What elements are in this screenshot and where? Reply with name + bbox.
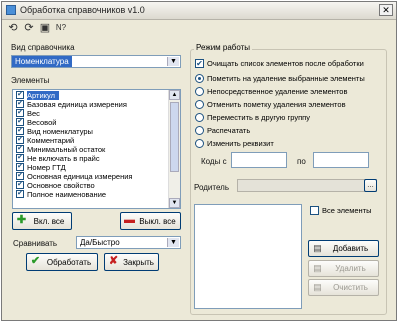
mode-radio-print[interactable] <box>195 126 204 135</box>
catalog-type-value: Номенклатура <box>12 56 72 67</box>
delete-icon: ▤ <box>313 263 322 273</box>
mode-radio-delete[interactable] <box>195 87 204 96</box>
parent-label: Родитель <box>194 183 229 192</box>
list-item[interactable]: ✔ Минимальный остаток <box>14 145 169 154</box>
checkbox[interactable]: ✔ <box>16 118 24 126</box>
list-item[interactable]: ✔ Не включать в прайс <box>14 154 169 163</box>
all-elements-checkbox[interactable] <box>310 206 319 215</box>
catalog-type-label: Вид справочника <box>11 43 75 52</box>
scroll-thumb[interactable] <box>170 102 179 172</box>
clear-icon: ▤ <box>313 282 322 292</box>
minus-icon: ▬ <box>124 214 135 226</box>
checkbox[interactable]: ✔ <box>16 145 24 153</box>
checkbox[interactable]: ✔ <box>16 181 24 189</box>
list-item[interactable]: ✔ Весовой <box>14 118 169 127</box>
plus-icon: ✚ <box>16 214 27 226</box>
code-from-label: Коды с <box>201 157 227 166</box>
list-item[interactable]: ✔ Номер ГТД <box>14 163 169 172</box>
code-to-input[interactable] <box>313 152 369 168</box>
main-window: Обработка справочников v1.0 ✕ ⟲ ⟳ ▣ N? В… <box>1 1 397 321</box>
disable-all-button[interactable]: ▬ Выкл. все <box>120 212 181 230</box>
clear-list-checkbox[interactable]: ✔ <box>195 59 204 68</box>
enable-all-button[interactable]: ✚ Вкл. все <box>12 212 72 230</box>
app-icon <box>6 5 16 15</box>
selected-elements-list[interactable] <box>194 204 302 309</box>
add-list-icon: ▤ <box>313 243 322 253</box>
checkbox[interactable]: ✔ <box>16 100 24 108</box>
checkbox[interactable]: ✔ <box>16 154 24 162</box>
list-item[interactable]: ✔ Основное свойство <box>14 181 169 190</box>
checkmark-icon: ✔ <box>30 255 41 267</box>
checkbox[interactable]: ✔ <box>16 172 24 180</box>
close-button[interactable]: ✘ Закрыть <box>104 253 159 271</box>
mode-label-move: Переместить в другую группу <box>207 113 310 122</box>
elements-label: Элементы <box>11 76 50 85</box>
refresh-icon[interactable]: ⟲ <box>6 21 20 35</box>
mode-radio-unmark[interactable] <box>195 100 204 109</box>
mode-label-delete: Непосредственное удаление элементов <box>207 87 348 96</box>
list-item[interactable]: ✔ Вид номенклатуры <box>14 127 169 136</box>
clear-button[interactable]: ▤ Очистить <box>308 279 379 296</box>
list-item[interactable]: ✔ Артикул <box>14 91 169 100</box>
chevron-down-icon[interactable]: ▼ <box>167 238 179 247</box>
list-item[interactable]: ✔ Вес <box>14 109 169 118</box>
parent-select-button[interactable]: … <box>364 179 377 192</box>
code-from-input[interactable] <box>231 152 287 168</box>
process-button[interactable]: ✔ Обработать <box>26 253 98 271</box>
help-icon[interactable]: N? <box>54 21 68 35</box>
add-button[interactable]: ▤ Добавить <box>308 240 379 257</box>
chevron-down-icon[interactable]: ▼ <box>167 57 179 66</box>
clear-list-label: Очищать список элементов после обработки <box>207 59 364 68</box>
compare-label: Сравнивать <box>13 239 58 248</box>
window-title: Обработка справочников v1.0 <box>20 5 145 15</box>
all-elements-label: Все элементы <box>322 206 372 215</box>
mode-label-mark: Пометить на удаление выбранные элементы <box>207 74 365 83</box>
close-icon: ✘ <box>108 255 119 267</box>
elements-list[interactable]: ✔ Артикул ✔ Базовая единица измерения ✔ Вес… <box>12 89 181 209</box>
compare-value: Да/Быстро <box>80 238 120 247</box>
code-to-label: по <box>297 157 306 166</box>
compare-select[interactable]: Да/Быстро ▼ <box>76 236 181 249</box>
list-scrollbar[interactable]: ▲ ▼ <box>168 90 180 208</box>
title-bar: Обработка справочников v1.0 ✕ <box>2 2 396 20</box>
checkbox[interactable]: ✔ <box>16 190 24 198</box>
close-window-button[interactable]: ✕ <box>379 4 393 16</box>
checkbox[interactable]: ✔ <box>16 91 24 99</box>
checkbox[interactable]: ✔ <box>16 127 24 135</box>
mode-radio-mark[interactable] <box>195 74 204 83</box>
checkbox[interactable]: ✔ <box>16 136 24 144</box>
checkbox[interactable]: ✔ <box>16 109 24 117</box>
checkbox[interactable]: ✔ <box>16 163 24 171</box>
mode-label-change-attr: Изменить реквизит <box>207 139 274 148</box>
delete-button[interactable]: ▤ Удалить <box>308 260 379 277</box>
mode-radio-move[interactable] <box>195 113 204 122</box>
mode-label-unmark: Отменить пометку удаления элементов <box>207 100 346 109</box>
list-item[interactable]: ✔ Полное наименование <box>14 190 169 199</box>
mode-group-title: Режим работы <box>194 43 253 52</box>
scroll-up-icon[interactable]: ▲ <box>169 90 180 100</box>
mode-label-print: Распечатать <box>207 126 251 135</box>
list-item[interactable]: ✔ Комментарий <box>14 136 169 145</box>
catalog-type-select[interactable]: Номенклатура ▼ <box>11 55 181 68</box>
scroll-down-icon[interactable]: ▼ <box>169 198 180 208</box>
parent-input[interactable] <box>237 179 377 192</box>
list-item[interactable]: ✔ Базовая единица измерения <box>14 100 169 109</box>
refresh-all-icon[interactable]: ⟳ <box>22 21 36 35</box>
mode-radio-change-attr[interactable] <box>195 139 204 148</box>
list-item[interactable]: ✔ Основная единица измерения <box>14 172 169 181</box>
save-icon[interactable]: ▣ <box>38 21 52 35</box>
